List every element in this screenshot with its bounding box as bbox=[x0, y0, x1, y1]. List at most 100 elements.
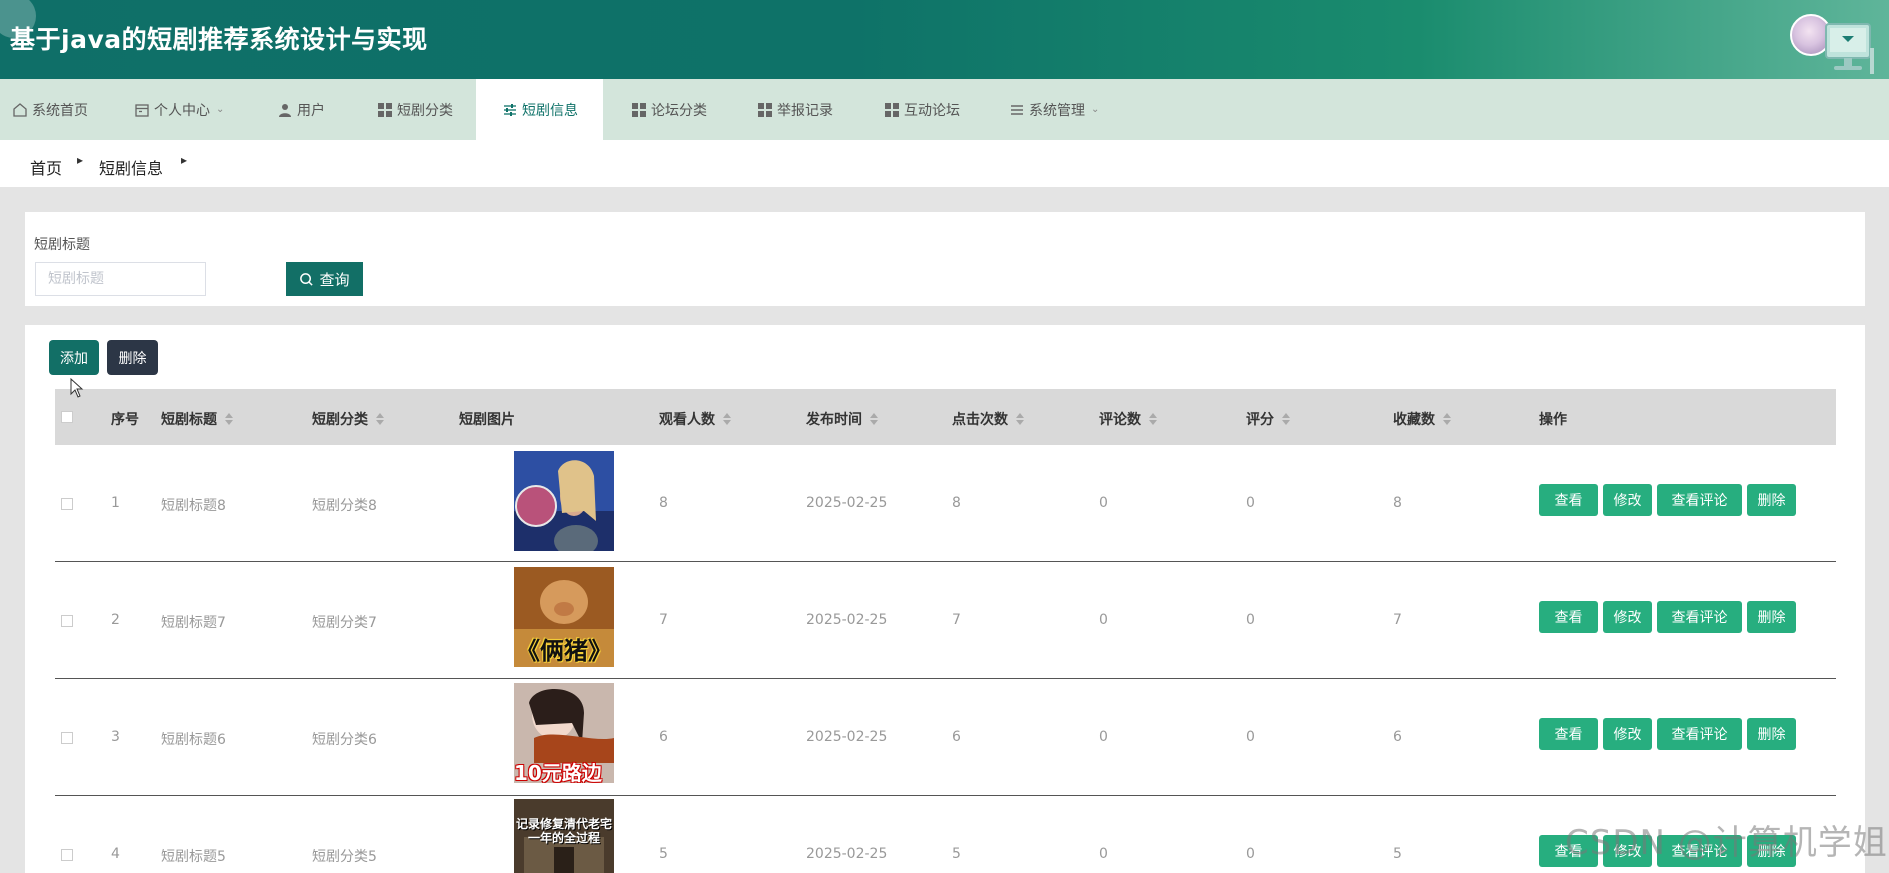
nav-label: 系统管理 bbox=[1029, 102, 1085, 119]
query-button[interactable]: 查询 bbox=[286, 262, 363, 296]
breadcrumb: 首页 ▸ 短剧信息 ▸ bbox=[0, 140, 1889, 187]
select-all-checkbox[interactable] bbox=[61, 411, 73, 423]
table-row: 3 短剧标题6 短剧分类6 10元路边 6 2025-02-25 6 0 0 6… bbox=[55, 679, 1836, 796]
nav-item-personal-center[interactable]: 个人中心 ⌄ bbox=[134, 79, 224, 140]
drama-thumbnail: 记录修复清代老宅 一年的全过程 bbox=[514, 799, 614, 873]
edit-button[interactable]: 修改 bbox=[1603, 601, 1652, 633]
cell-title: 短剧标题7 bbox=[161, 615, 226, 631]
nav-label: 短剧信息 bbox=[522, 102, 578, 119]
search-input[interactable] bbox=[35, 262, 206, 296]
breadcrumb-home[interactable]: 首页 bbox=[30, 155, 62, 179]
row-checkbox[interactable] bbox=[61, 732, 73, 744]
column-header-favorites[interactable]: 收藏数 bbox=[1393, 409, 1451, 429]
watermark: CSDN @计算机学姐 bbox=[1565, 823, 1888, 863]
column-header-score[interactable]: 评分 bbox=[1246, 409, 1290, 429]
delete-button[interactable]: 删除 bbox=[1747, 601, 1796, 633]
cell-title: 短剧标题8 bbox=[161, 498, 226, 514]
table-row: 2 短剧标题7 短剧分类7 《俩猪》 7 2025-02-25 7 0 0 7 … bbox=[55, 562, 1836, 679]
view-comments-button[interactable]: 查看评论 bbox=[1657, 484, 1742, 516]
cell-favorites: 6 bbox=[1393, 729, 1402, 745]
nav-label: 系统首页 bbox=[32, 102, 88, 119]
cell-category: 短剧分类8 bbox=[312, 498, 377, 514]
drama-thumbnail: 《俩猪》 bbox=[514, 567, 614, 667]
nav-item-drama-category[interactable]: 短剧分类 bbox=[377, 79, 453, 140]
column-header-publish-date[interactable]: 发布时间 bbox=[806, 409, 878, 429]
nav-item-home[interactable]: 系统首页 bbox=[12, 79, 88, 140]
cell-publish-date: 2025-02-25 bbox=[806, 729, 888, 745]
user-icon bbox=[277, 102, 293, 118]
cell-publish-date: 2025-02-25 bbox=[806, 612, 888, 628]
sort-icon[interactable] bbox=[1149, 413, 1157, 425]
nav-item-report-records[interactable]: 举报记录 bbox=[757, 79, 833, 140]
nav-item-forum[interactable]: 互动论坛 bbox=[884, 79, 960, 140]
sort-icon[interactable] bbox=[376, 413, 384, 425]
cell-views: 8 bbox=[659, 495, 668, 511]
table-row: 1 短剧标题8 短剧分类8 8 2025-02-25 8 0 0 8 查看 修改… bbox=[55, 445, 1836, 562]
cell-comments: 0 bbox=[1099, 846, 1108, 862]
view-comments-button[interactable]: 查看评论 bbox=[1657, 718, 1742, 750]
thumbnail-caption: 《俩猪》 bbox=[516, 637, 612, 665]
sliders-icon bbox=[502, 102, 518, 118]
row-checkbox[interactable] bbox=[61, 615, 73, 627]
cell-title: 短剧标题5 bbox=[161, 849, 226, 865]
sort-icon[interactable] bbox=[723, 413, 731, 425]
search-label: 短剧标题 bbox=[34, 237, 90, 253]
sort-icon[interactable] bbox=[1282, 413, 1290, 425]
column-header-comments[interactable]: 评论数 bbox=[1099, 409, 1157, 429]
cell-category: 短剧分类5 bbox=[312, 849, 377, 865]
drama-thumbnail bbox=[514, 451, 614, 551]
table-header: 序号 短剧标题 短剧分类 短剧图片 观看人数 发布时间 点击次数 评论数 评分 … bbox=[55, 389, 1836, 445]
view-button[interactable]: 查看 bbox=[1539, 718, 1598, 750]
cell-index: 3 bbox=[111, 729, 120, 745]
cell-clicks: 7 bbox=[952, 612, 961, 628]
row-checkbox[interactable] bbox=[61, 498, 73, 510]
nav-item-forum-category[interactable]: 论坛分类 bbox=[631, 79, 707, 140]
column-header-title[interactable]: 短剧标题 bbox=[161, 409, 233, 429]
delete-button[interactable]: 删除 bbox=[1747, 718, 1796, 750]
nav-item-user[interactable]: 用户 bbox=[277, 79, 325, 140]
drama-thumbnail: 10元路边 bbox=[514, 683, 614, 783]
column-header-clicks[interactable]: 点击次数 bbox=[952, 409, 1024, 429]
nav-label: 个人中心 bbox=[154, 102, 210, 119]
search-icon bbox=[300, 272, 314, 286]
column-header-actions: 操作 bbox=[1539, 412, 1567, 428]
sort-icon[interactable] bbox=[1016, 413, 1024, 425]
grid-icon bbox=[377, 102, 393, 118]
view-button[interactable]: 查看 bbox=[1539, 601, 1598, 633]
thumbnail-caption: 10元路边 bbox=[514, 761, 602, 783]
column-header-category[interactable]: 短剧分类 bbox=[312, 409, 384, 429]
cell-category: 短剧分类7 bbox=[312, 615, 377, 631]
edit-button[interactable]: 修改 bbox=[1603, 484, 1652, 516]
sort-icon[interactable] bbox=[1443, 413, 1451, 425]
app-title: 基于java的短剧推荐系统设计与实现 bbox=[10, 25, 428, 54]
cell-clicks: 8 bbox=[952, 495, 961, 511]
row-checkbox[interactable] bbox=[61, 849, 73, 861]
cell-index: 4 bbox=[111, 846, 120, 862]
cell-index: 1 bbox=[111, 495, 120, 511]
cell-score: 0 bbox=[1246, 846, 1255, 862]
column-header-views[interactable]: 观看人数 bbox=[659, 409, 731, 429]
add-button[interactable]: 添加 bbox=[49, 340, 99, 375]
nav-label: 用户 bbox=[297, 102, 325, 119]
sort-icon[interactable] bbox=[870, 413, 878, 425]
cell-score: 0 bbox=[1246, 729, 1255, 745]
nav-item-system-management[interactable]: 系统管理 ⌄ bbox=[1009, 79, 1099, 140]
cell-views: 5 bbox=[659, 846, 668, 862]
sort-icon[interactable] bbox=[225, 413, 233, 425]
cell-clicks: 6 bbox=[952, 729, 961, 745]
view-button[interactable]: 查看 bbox=[1539, 484, 1598, 516]
chevron-down-icon: ⌄ bbox=[1091, 104, 1100, 115]
top-nav: 系统首页 个人中心 ⌄ 用户 短剧分类 短剧信息 论坛分类 举报记录 互动论坛 … bbox=[0, 79, 1889, 140]
cell-favorites: 8 bbox=[1393, 495, 1402, 511]
nav-item-drama-info[interactable]: 短剧信息 bbox=[476, 79, 603, 140]
list-icon bbox=[1009, 102, 1025, 118]
nav-label: 短剧分类 bbox=[397, 102, 453, 119]
batch-delete-button[interactable]: 删除 bbox=[107, 340, 158, 375]
monitor-icon[interactable] bbox=[1806, 18, 1876, 78]
query-button-label: 查询 bbox=[319, 271, 350, 289]
edit-button[interactable]: 修改 bbox=[1603, 718, 1652, 750]
delete-button[interactable]: 删除 bbox=[1747, 484, 1796, 516]
view-comments-button[interactable]: 查看评论 bbox=[1657, 601, 1742, 633]
cell-comments: 0 bbox=[1099, 495, 1108, 511]
cell-views: 7 bbox=[659, 612, 668, 628]
